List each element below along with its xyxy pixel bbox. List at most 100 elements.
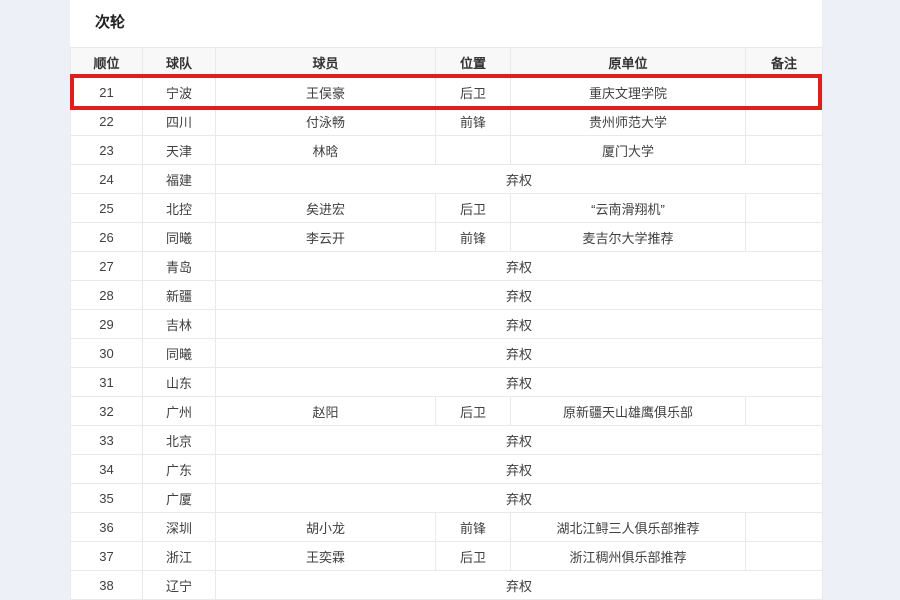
content-panel: 次轮 顺位 球队 球员 位置 原单位 备注 21宁波王俣 — [70, 0, 822, 600]
cell-origin: 麦吉尔大学推荐 — [511, 223, 746, 252]
cell-note — [746, 223, 823, 252]
cell-pick: 21 — [71, 78, 143, 107]
cell-pick: 23 — [71, 136, 143, 165]
draft-table-wrap: 顺位 球队 球员 位置 原单位 备注 21宁波王俣豪后卫重庆文理学院22四川付泳… — [70, 47, 822, 600]
cell-waived: 弃权 — [216, 339, 823, 368]
cell-player: 王奕霖 — [216, 542, 436, 571]
table-row: 24福建弃权 — [71, 165, 823, 194]
table-header: 顺位 球队 球员 位置 原单位 备注 — [71, 48, 823, 78]
cell-team: 宁波 — [143, 78, 216, 107]
header-position: 位置 — [436, 48, 511, 78]
cell-pick: 37 — [71, 542, 143, 571]
table-row: 22四川付泳畅前锋贵州师范大学 — [71, 107, 823, 136]
cell-team: 浙江 — [143, 542, 216, 571]
cell-waived: 弃权 — [216, 368, 823, 397]
cell-pick: 26 — [71, 223, 143, 252]
cell-waived: 弃权 — [216, 455, 823, 484]
cell-origin: 厦门大学 — [511, 136, 746, 165]
cell-origin: 重庆文理学院 — [511, 78, 746, 107]
cell-origin: 湖北江鲟三人俱乐部推荐 — [511, 513, 746, 542]
table-row: 34广东弃权 — [71, 455, 823, 484]
cell-origin: 浙江稠州俱乐部推荐 — [511, 542, 746, 571]
cell-player: 矣进宏 — [216, 194, 436, 223]
cell-pick: 34 — [71, 455, 143, 484]
cell-team: 深圳 — [143, 513, 216, 542]
cell-waived: 弃权 — [216, 165, 823, 194]
cell-player: 王俣豪 — [216, 78, 436, 107]
cell-position: 后卫 — [436, 194, 511, 223]
table-row: 25北控矣进宏后卫“云南滑翔机” — [71, 194, 823, 223]
cell-origin: 贵州师范大学 — [511, 107, 746, 136]
table-row: 26同曦李云开前锋麦吉尔大学推荐 — [71, 223, 823, 252]
table-row: 37浙江王奕霖后卫浙江稠州俱乐部推荐 — [71, 542, 823, 571]
cell-team: 青岛 — [143, 252, 216, 281]
header-pick: 顺位 — [71, 48, 143, 78]
cell-team: 同曦 — [143, 223, 216, 252]
cell-player: 付泳畅 — [216, 107, 436, 136]
cell-team: 四川 — [143, 107, 216, 136]
cell-team: 北控 — [143, 194, 216, 223]
cell-waived: 弃权 — [216, 281, 823, 310]
cell-position — [436, 136, 511, 165]
cell-waived: 弃权 — [216, 426, 823, 455]
cell-origin: “云南滑翔机” — [511, 194, 746, 223]
cell-waived: 弃权 — [216, 484, 823, 513]
cell-pick: 22 — [71, 107, 143, 136]
cell-pick: 38 — [71, 571, 143, 600]
cell-waived: 弃权 — [216, 252, 823, 281]
cell-team: 福建 — [143, 165, 216, 194]
header-team: 球队 — [143, 48, 216, 78]
cell-team: 同曦 — [143, 339, 216, 368]
table-row: 31山东弃权 — [71, 368, 823, 397]
cell-pick: 33 — [71, 426, 143, 455]
table-row: 35广厦弃权 — [71, 484, 823, 513]
cell-note — [746, 542, 823, 571]
cell-team: 广东 — [143, 455, 216, 484]
cell-position: 后卫 — [436, 78, 511, 107]
table-row: 30同曦弃权 — [71, 339, 823, 368]
cell-player: 李云开 — [216, 223, 436, 252]
cell-pick: 28 — [71, 281, 143, 310]
section-title: 次轮 — [70, 0, 822, 32]
cell-waived: 弃权 — [216, 571, 823, 600]
cell-note — [746, 107, 823, 136]
header-origin: 原单位 — [511, 48, 746, 78]
cell-pick: 30 — [71, 339, 143, 368]
table-body: 21宁波王俣豪后卫重庆文理学院22四川付泳畅前锋贵州师范大学23天津林晗厦门大学… — [71, 78, 823, 600]
table-row: 21宁波王俣豪后卫重庆文理学院 — [71, 78, 823, 107]
cell-team: 吉林 — [143, 310, 216, 339]
table-row: 29吉林弃权 — [71, 310, 823, 339]
page: 次轮 顺位 球队 球员 位置 原单位 备注 21宁波王俣 — [0, 0, 900, 600]
header-note: 备注 — [746, 48, 823, 78]
cell-position: 前锋 — [436, 513, 511, 542]
cell-note — [746, 194, 823, 223]
table-row: 38辽宁弃权 — [71, 571, 823, 600]
cell-player: 胡小龙 — [216, 513, 436, 542]
cell-pick: 27 — [71, 252, 143, 281]
cell-player: 赵阳 — [216, 397, 436, 426]
header-row: 顺位 球队 球员 位置 原单位 备注 — [71, 48, 823, 78]
table-row: 33北京弃权 — [71, 426, 823, 455]
cell-origin: 原新疆天山雄鹰俱乐部 — [511, 397, 746, 426]
table-row: 36深圳胡小龙前锋湖北江鲟三人俱乐部推荐 — [71, 513, 823, 542]
cell-pick: 31 — [71, 368, 143, 397]
table-row: 32广州赵阳后卫原新疆天山雄鹰俱乐部 — [71, 397, 823, 426]
cell-pick: 35 — [71, 484, 143, 513]
cell-team: 辽宁 — [143, 571, 216, 600]
cell-team: 北京 — [143, 426, 216, 455]
cell-team: 天津 — [143, 136, 216, 165]
table-row: 28新疆弃权 — [71, 281, 823, 310]
cell-team: 广州 — [143, 397, 216, 426]
cell-position: 后卫 — [436, 397, 511, 426]
cell-note — [746, 136, 823, 165]
table-row: 23天津林晗 厦门大学 — [71, 136, 823, 165]
table-row: 27青岛弃权 — [71, 252, 823, 281]
cell-waived: 弃权 — [216, 310, 823, 339]
draft-table: 顺位 球队 球员 位置 原单位 备注 21宁波王俣豪后卫重庆文理学院22四川付泳… — [70, 47, 823, 600]
cell-team: 广厦 — [143, 484, 216, 513]
cell-player: 林晗 — [216, 136, 436, 165]
cell-note — [746, 513, 823, 542]
cell-pick: 29 — [71, 310, 143, 339]
cell-position: 前锋 — [436, 107, 511, 136]
cell-team: 新疆 — [143, 281, 216, 310]
